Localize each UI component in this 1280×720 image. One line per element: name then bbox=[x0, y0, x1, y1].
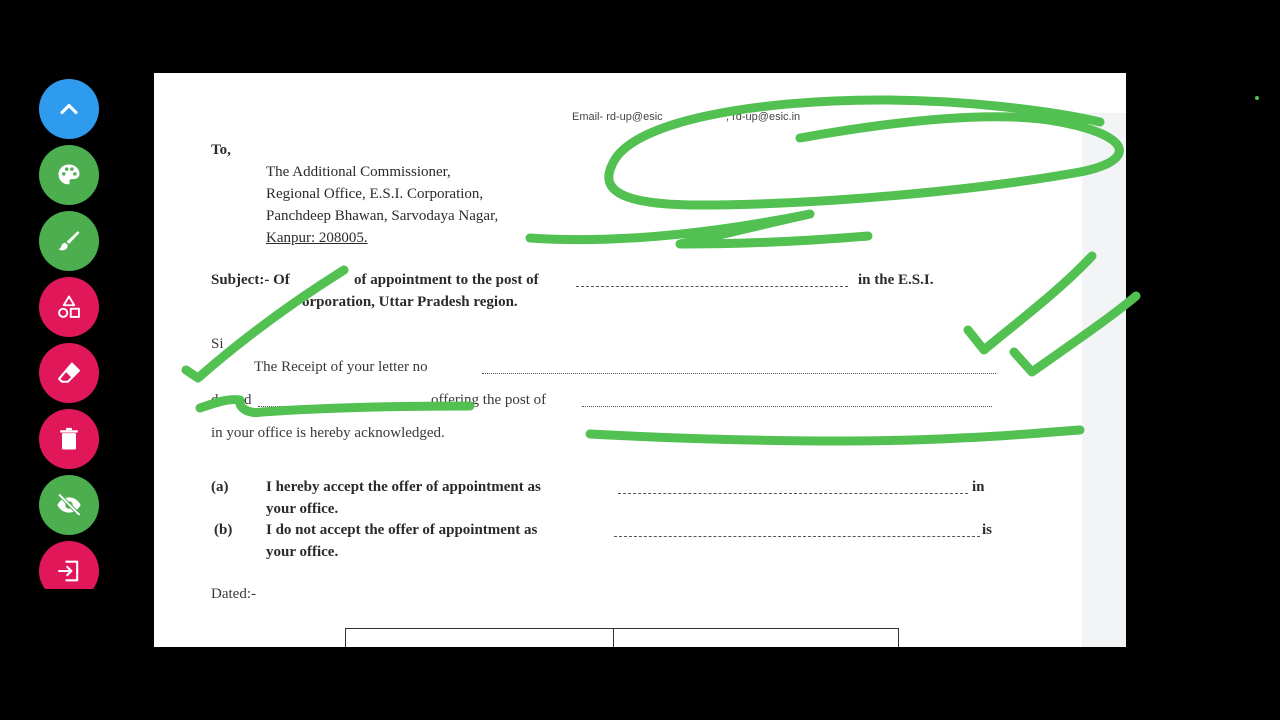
option-b-tail: is bbox=[982, 522, 993, 538]
subject-label: Subject:- Of bbox=[211, 272, 290, 288]
offering-text: offering the post of bbox=[431, 392, 547, 408]
salutation: Si bbox=[211, 336, 224, 352]
email-line: Email- rd-up@esic bbox=[572, 111, 663, 123]
option-b-line-2: your office. bbox=[266, 544, 339, 560]
color-palette-button[interactable] bbox=[39, 145, 99, 205]
dated-label-end: d bbox=[244, 392, 252, 408]
subject-tail: in the E.S.I. bbox=[858, 272, 934, 288]
signature-table-divider bbox=[613, 629, 614, 647]
option-b-blank bbox=[614, 536, 980, 537]
trash-icon bbox=[60, 427, 78, 450]
dated-blank bbox=[258, 406, 428, 407]
offering-blank bbox=[582, 406, 992, 407]
hide-annotations-button[interactable] bbox=[39, 475, 99, 535]
subject-text: of appointment to the post of bbox=[354, 272, 539, 288]
dated-footer: Dated:- bbox=[211, 586, 256, 602]
address-line-4: Kanpur: 208005. bbox=[266, 230, 368, 246]
dated-label: da bbox=[211, 392, 226, 408]
page-margin-strip bbox=[1082, 113, 1126, 647]
brush-icon bbox=[58, 231, 80, 251]
option-a-label: (a) bbox=[211, 479, 229, 495]
option-a-tail: in bbox=[972, 479, 985, 495]
address-line-1: The Additional Commissioner, bbox=[266, 164, 451, 180]
screen: Email- rd-up@esic , rd-up@esic.in To, Th… bbox=[0, 0, 1280, 720]
eye-off-icon bbox=[57, 493, 81, 517]
acknowledged-text: in your office is hereby acknowledged. bbox=[211, 425, 445, 441]
brush-tool-button[interactable] bbox=[39, 211, 99, 271]
letter-number-blank bbox=[482, 373, 996, 374]
palette-icon bbox=[58, 164, 80, 185]
eraser-icon bbox=[58, 362, 80, 383]
signature-table bbox=[345, 628, 899, 647]
option-a-line-2: your office. bbox=[266, 501, 339, 517]
collapse-toolbar-button[interactable] bbox=[39, 79, 99, 139]
exit-button[interactable] bbox=[39, 541, 99, 589]
subject-line-2: orporation, Uttar Pradesh region. bbox=[302, 294, 518, 310]
email-line-tail: , rd-up@esic.in bbox=[726, 111, 801, 123]
eraser-tool-button[interactable] bbox=[39, 343, 99, 403]
shapes-tool-button[interactable] bbox=[39, 277, 99, 337]
exit-icon bbox=[58, 560, 79, 582]
shapes-icon bbox=[58, 295, 80, 318]
option-a-text: I hereby accept the offer of appointment… bbox=[266, 479, 541, 495]
document-page: Email- rd-up@esic , rd-up@esic.in To, Th… bbox=[154, 73, 1126, 647]
receipt-text: The Receipt of your letter no bbox=[254, 359, 428, 375]
to-label: To, bbox=[211, 142, 231, 158]
address-line-2: Regional Office, E.S.I. Corporation, bbox=[266, 186, 484, 202]
green-dot-marker bbox=[1255, 96, 1259, 100]
address-line-3: Panchdeep Bhawan, Sarvodaya Nagar, bbox=[266, 208, 499, 224]
annotation-toolbar bbox=[39, 79, 100, 589]
chevron-up-icon bbox=[60, 103, 78, 115]
subject-blank bbox=[576, 286, 848, 287]
delete-button[interactable] bbox=[39, 409, 99, 469]
option-b-text: I do not accept the offer of appointment… bbox=[266, 522, 538, 538]
option-b-label: (b) bbox=[214, 522, 233, 538]
option-a-blank bbox=[618, 493, 968, 494]
